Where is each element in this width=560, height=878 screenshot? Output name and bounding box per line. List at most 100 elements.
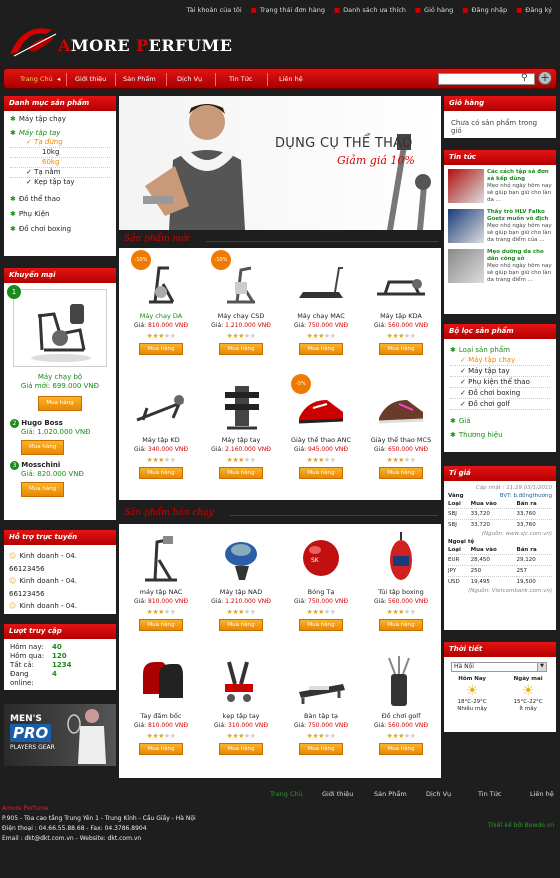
promo-main-image[interactable]: 1 xyxy=(7,285,107,367)
filter-price[interactable]: ✱ Giá xyxy=(450,416,550,426)
product-name[interactable]: Tay đấm bốc xyxy=(121,712,201,720)
product-name[interactable]: Máy tập NAD xyxy=(201,588,281,596)
buy-button[interactable]: Mua hàng xyxy=(379,619,423,631)
product-image[interactable] xyxy=(133,654,189,708)
footer-nav-item[interactable]: Trang Chủ xyxy=(270,790,322,798)
product-name[interactable]: Máy chạy DA xyxy=(121,312,201,320)
filter-option[interactable]: ✓ Đồ chơi golf xyxy=(450,399,550,410)
buy-button[interactable]: Mua hàng xyxy=(379,343,423,355)
footer-email[interactable]: Email : dkt@dkt.com.vn - Website: dkt.co… xyxy=(2,834,196,844)
subcategory-item[interactable]: ✓ Tạ nằm xyxy=(10,168,110,178)
subcategory-item[interactable]: ✓ Kẹp tập tay xyxy=(10,178,110,187)
product-image[interactable] xyxy=(373,530,429,584)
subcategory-item[interactable]: ✓ Tạ đứng xyxy=(10,138,110,148)
filter-option[interactable]: ✓ Máy tập tay xyxy=(450,366,550,377)
product-image[interactable] xyxy=(293,254,349,308)
buy-button[interactable]: Mua hàng xyxy=(219,343,263,355)
buy-button[interactable]: Mua hàng xyxy=(139,343,183,355)
product-card[interactable]: Máy tập KDA Giá: 560.000 VNĐ ★★★★★ Mua hàng xyxy=(361,254,441,355)
product-name[interactable]: Máy tập KDA xyxy=(361,312,441,320)
nav-products[interactable]: Sản Phẩm xyxy=(123,75,156,83)
buy-button[interactable]: Mua hàng xyxy=(219,619,263,631)
product-card[interactable]: SK Bóng Tạ Giá: 750.000 VNĐ ★★★★★ Mua hàng xyxy=(281,530,361,631)
buy-button[interactable]: Mua hàng xyxy=(139,467,183,479)
product-card[interactable]: Máy tập tay Giá: 2.160.000 VNĐ ★★★★★ Mua hàn… xyxy=(201,378,281,479)
product-card[interactable]: Tay đấm bốc Giá: 810.000 VNĐ ★★★★★ Mua hàng xyxy=(121,654,201,755)
ad-banner[interactable]: MEN'S PRO PLAYERS GEAR xyxy=(4,704,116,766)
promo-main-name[interactable]: Máy chạy bộ xyxy=(4,373,116,382)
product-name[interactable]: Bóng Tạ xyxy=(281,588,361,596)
product-image[interactable] xyxy=(373,378,429,432)
product-image[interactable] xyxy=(293,654,349,708)
top-link-order-status[interactable]: ■ Trạng thái đơn hàng xyxy=(251,6,325,14)
top-link-wishlist[interactable]: ■ Danh sách ưa thích xyxy=(334,6,406,14)
site-logo[interactable]: AMORE PERFUME xyxy=(6,20,246,60)
city-select[interactable]: Hà Nội ▼ xyxy=(451,662,547,672)
news-thumbnail[interactable] xyxy=(448,169,484,203)
nav-services[interactable]: Dịch Vụ xyxy=(177,75,202,83)
product-image[interactable] xyxy=(213,378,269,432)
product-card[interactable]: Túi tập boxing Giá: 560.000 VNĐ ★★★★★ Mua hà… xyxy=(361,530,441,631)
news-item[interactable]: Thầy trò HLV Falko Goetz muốn vô địch Mẹo… xyxy=(448,209,552,244)
hero-banner[interactable]: DỤNG CỤ THỂ THAO Giảm giá 10% xyxy=(119,96,441,230)
news-item[interactable]: Các cách tập sả đơn xả kếp dùng Mẹo nhỏ n… xyxy=(448,169,552,204)
filter-option[interactable]: ✓ Máy tập chạy xyxy=(450,355,550,366)
buy-button[interactable]: Mua hàng xyxy=(299,343,343,355)
top-link-login[interactable]: ■ Đăng nhập xyxy=(462,6,507,14)
filter-brand[interactable]: ✱ Thương hiệu xyxy=(450,430,550,440)
product-card[interactable]: Máy tập NAD Giá: 1.210.000 VNĐ ★★★★★ Mua hàn… xyxy=(201,530,281,631)
news-item[interactable]: Mẹo dưỡng da cho dân công sở Mẹo nhỏ ngày… xyxy=(448,249,552,284)
product-name[interactable]: máy tập NAC xyxy=(121,588,201,596)
product-name[interactable]: kẹp tập tay xyxy=(201,712,281,720)
top-link-account[interactable]: Tài khoản của tôi xyxy=(186,6,241,14)
buy-button[interactable]: Mua hàng xyxy=(379,467,423,479)
product-image[interactable] xyxy=(133,378,189,432)
product-card[interactable]: Máy chạy MAC Giá: 750.000 VNĐ ★★★★★ Mua hàng xyxy=(281,254,361,355)
filter-group[interactable]: ✱ Loại sản phẩm xyxy=(450,345,550,355)
search-icon[interactable]: ⚲ xyxy=(521,73,528,83)
news-headline[interactable]: Các cách tập sả đơn xả kếp dùng xyxy=(487,169,552,183)
buy-button[interactable]: Mua hàng xyxy=(219,743,263,755)
product-image[interactable]: SK xyxy=(293,530,349,584)
product-name[interactable]: Túi tập boxing xyxy=(361,588,441,596)
footer-credit[interactable]: Thiết kế bởi Bowdo.vn xyxy=(487,822,554,829)
product-image[interactable] xyxy=(373,654,429,708)
filter-option[interactable]: ✓ Phụ kiện thể thao xyxy=(450,377,550,388)
product-image[interactable] xyxy=(133,530,189,584)
product-card[interactable]: -10% Máy chạy DA Giá: 810.000 VNĐ ★★★★★ Mua h… xyxy=(121,250,201,355)
subcategory-item[interactable]: 60kg xyxy=(10,158,110,168)
product-card[interactable]: -10% Máy chạy CSD Giá: 1.210.000 VNĐ ★★★★★ Mu… xyxy=(201,250,281,355)
product-image[interactable]: -10% xyxy=(131,250,189,308)
buy-button[interactable]: Mua hàng xyxy=(139,743,183,755)
product-card[interactable]: Giày thể thao MCS Giá: 650.000 VNĐ ★★★★★ Mua… xyxy=(361,378,441,479)
product-image[interactable]: -10% xyxy=(211,250,269,308)
support-item[interactable]: ☺Kinh doanh - 04. 66123456 xyxy=(9,550,111,575)
product-card[interactable]: -5% Giày thể thao ANC Giá: 945.000 VNĐ ★★★★★… xyxy=(281,374,361,479)
product-card[interactable]: Bàn tập tạ Giá: 750.000 VNĐ ★★★★★ Mua hàng xyxy=(281,654,361,755)
buy-button[interactable]: Mua hàng xyxy=(379,743,423,755)
category-item[interactable]: ✱ Phụ Kiện xyxy=(10,210,110,219)
news-thumbnail[interactable] xyxy=(448,249,484,283)
top-link-cart[interactable]: ■ Giỏ hàng xyxy=(415,6,453,14)
nav-contact[interactable]: Liên hệ xyxy=(279,75,303,83)
product-card[interactable]: máy tập NAC Giá: 810.000 VNĐ ★★★★★ Mua hàng xyxy=(121,530,201,631)
buy-button[interactable]: Mua hàng xyxy=(299,619,343,631)
product-image[interactable]: -5% xyxy=(291,374,349,432)
category-item[interactable]: ✱ Đồ chơi boxing xyxy=(10,225,110,234)
buy-button[interactable]: Mua hàng xyxy=(299,743,343,755)
subcategory-item[interactable]: 10kg xyxy=(10,148,110,158)
product-name[interactable]: Máy tập KD xyxy=(121,436,201,444)
plus-icon[interactable]: + xyxy=(538,71,552,85)
support-item[interactable]: ☺Kinh doanh - 04. 66123456 xyxy=(9,575,111,600)
buy-button[interactable]: Mua hàng xyxy=(38,396,82,411)
buy-button[interactable]: Mua hàng xyxy=(21,482,65,497)
buy-button[interactable]: Mua hàng xyxy=(219,467,263,479)
promo-item-name[interactable]: Mosschini xyxy=(21,461,60,469)
filter-option[interactable]: ✓ Đồ chơi boxing xyxy=(450,388,550,399)
top-link-register[interactable]: ■ Đăng ký xyxy=(516,6,552,14)
product-card[interactable]: Đồ chơi golf Giá: 560.000 VNĐ ★★★★★ Mua hàng xyxy=(361,654,441,755)
support-item[interactable]: ☺Kinh doanh - 04. 66123456 xyxy=(9,600,111,625)
product-name[interactable]: Giày thể thao MCS xyxy=(361,436,441,444)
nav-about[interactable]: Giới thiệu xyxy=(75,75,106,83)
product-card[interactable]: Máy tập KD Giá: 340.000 VNĐ ★★★★★ Mua hàng xyxy=(121,378,201,479)
